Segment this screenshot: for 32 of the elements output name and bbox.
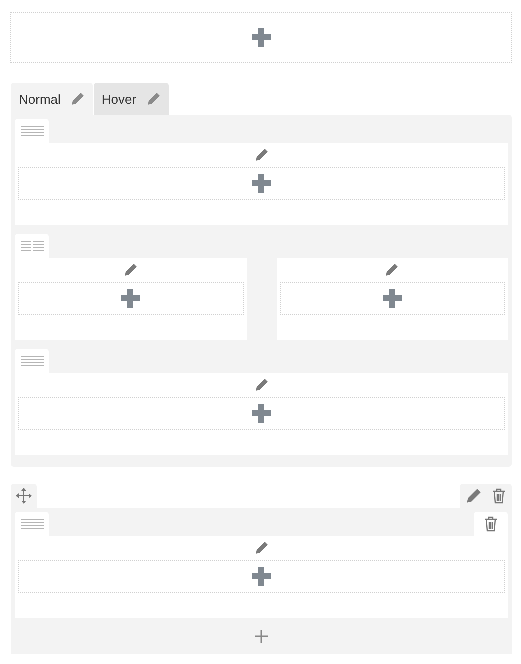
pencil-icon[interactable] [254, 541, 268, 555]
row-layout-handle[interactable] [15, 512, 49, 536]
trash-icon [484, 516, 498, 532]
plus-icon [252, 28, 270, 47]
move-icon [16, 488, 32, 504]
plus-icon [252, 567, 271, 586]
one-column-layout-icon [20, 356, 44, 366]
pencil-icon[interactable] [254, 148, 268, 162]
plus-icon [252, 404, 271, 423]
pencil-icon[interactable] [254, 378, 268, 392]
move-handle[interactable] [11, 484, 37, 508]
add-module-button[interactable] [280, 282, 505, 315]
tab[interactable]: Hover [94, 83, 169, 115]
plus-icon [252, 174, 271, 193]
row-layout-handle[interactable] [15, 349, 49, 373]
pencil-icon[interactable] [385, 263, 400, 277]
pencil-icon [70, 92, 85, 106]
plus-icon [121, 289, 140, 308]
one-column-layout-icon [20, 126, 44, 136]
add-module-button[interactable] [18, 282, 244, 315]
plus-icon [255, 630, 268, 642]
pencil-icon [146, 92, 161, 106]
one-column-layout-icon [20, 518, 44, 530]
two-column-layout-icon [20, 240, 44, 252]
delete-row-button[interactable] [474, 512, 508, 536]
trash-icon[interactable] [492, 488, 506, 504]
plus-icon [382, 289, 402, 308]
pencil-icon[interactable] [124, 263, 138, 277]
row-layout-handle[interactable] [15, 119, 49, 143]
pencil-icon[interactable] [466, 488, 482, 504]
row-layout-handle[interactable] [15, 234, 49, 258]
tab[interactable]: Normal [11, 83, 93, 115]
